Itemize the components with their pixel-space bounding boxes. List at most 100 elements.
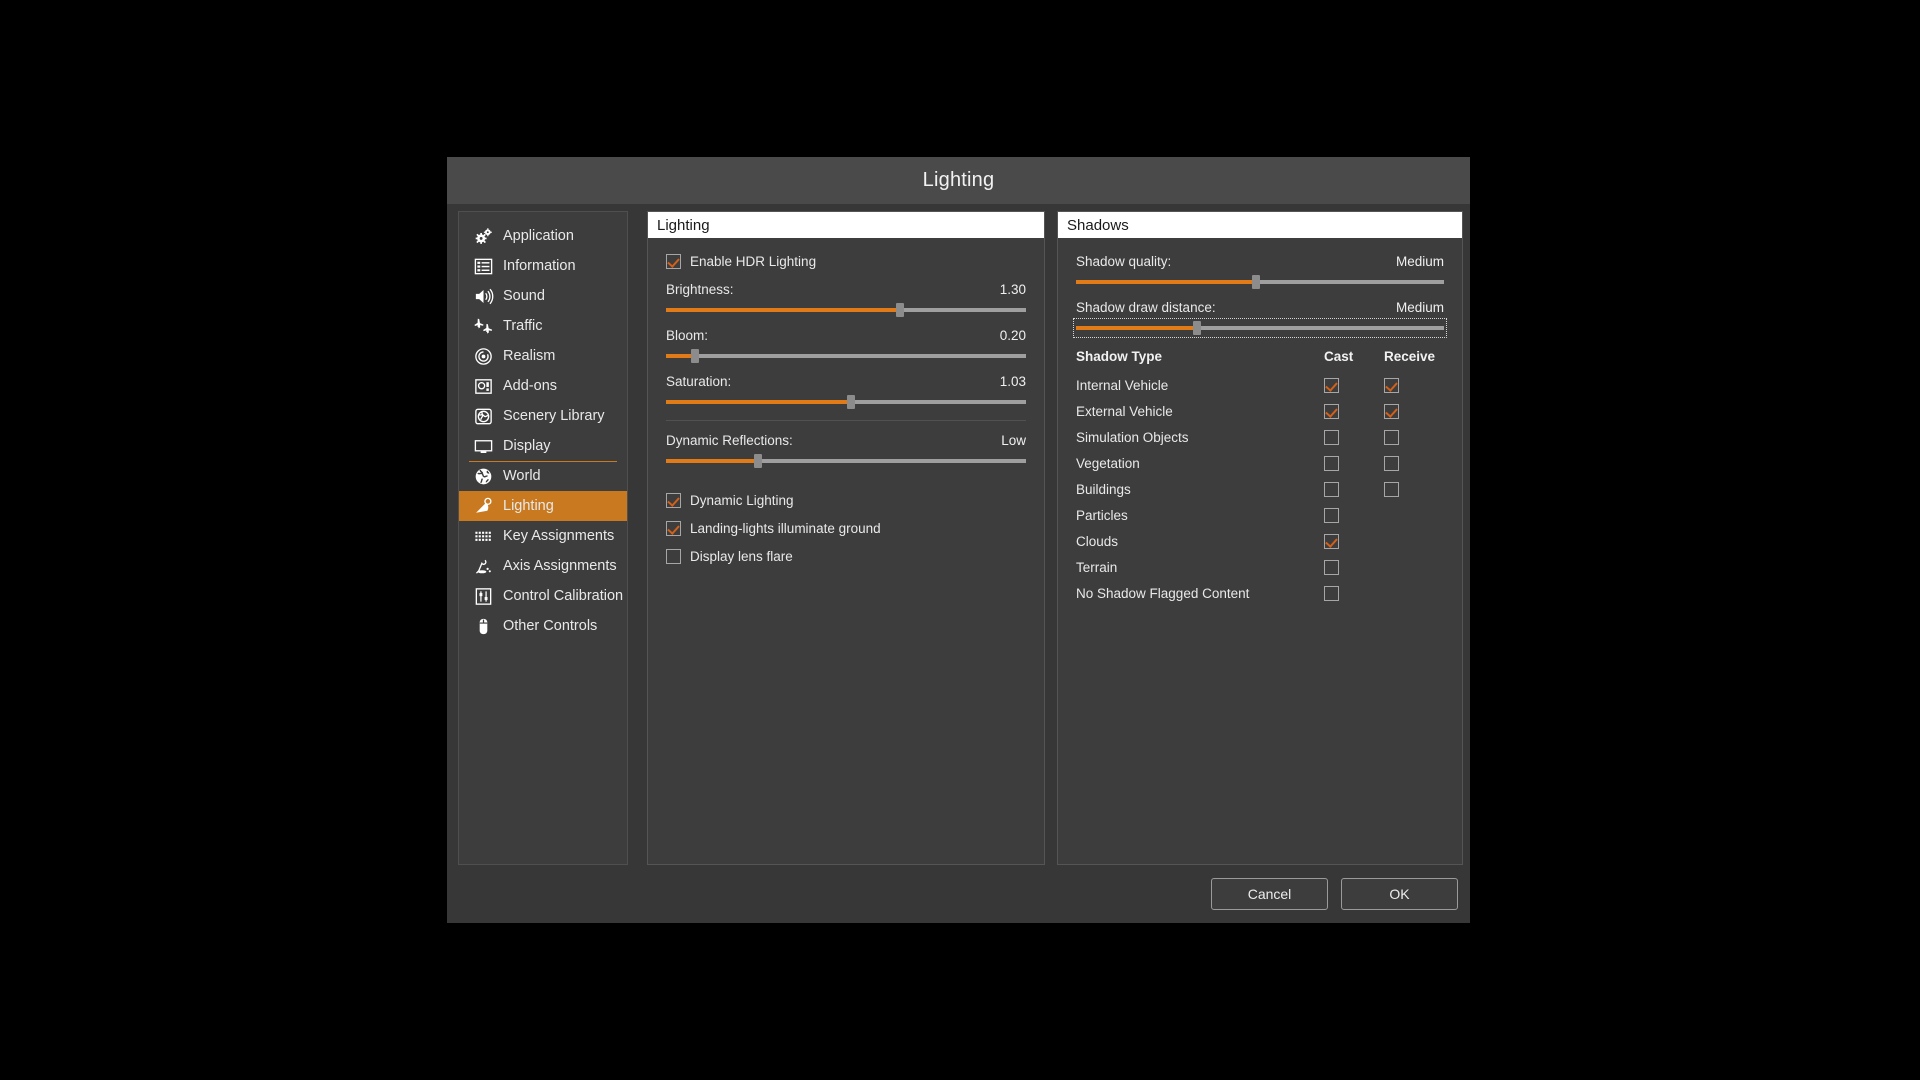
sidebar-item-lighting[interactable]: Lighting: [459, 491, 627, 521]
sidebar-item-realism[interactable]: Realism: [459, 341, 627, 371]
shadow-cast-cell: [1324, 502, 1384, 528]
dynamic-reflections-line: Dynamic Reflections: Low: [666, 433, 1026, 448]
shadow-table-header-row: Shadow Type Cast Receive: [1076, 349, 1444, 372]
keyboard-icon: [473, 526, 494, 547]
bloom-thumb[interactable]: [690, 349, 699, 363]
shadow-receive-cell: [1384, 476, 1444, 502]
lighting-beam-icon: [473, 496, 494, 517]
shadow-type-label: Buildings: [1076, 481, 1131, 497]
shadow-draw-distance-thumb[interactable]: [1193, 321, 1202, 335]
ok-button[interactable]: OK: [1341, 878, 1458, 910]
shadow-cast-checkbox[interactable]: [1324, 429, 1339, 445]
shadow-receive-checkbox[interactable]: [1384, 455, 1399, 471]
sidebar-item-scenery-library[interactable]: Scenery Library: [459, 401, 627, 431]
shadow-cast-checkbox[interactable]: [1324, 507, 1339, 523]
landing-lights-illuminate-ground-checkbox[interactable]: [666, 521, 681, 536]
saturation-line: Saturation: 1.03: [666, 374, 1026, 389]
sidebar-item-traffic[interactable]: Traffic: [459, 311, 627, 341]
shadow-quality-row: Shadow quality: Medium: [1076, 254, 1444, 289]
sidebar-item-add-ons[interactable]: Add-ons: [459, 371, 627, 401]
shadow-type-table: Shadow Type Cast Receive Internal Vehicle E…: [1076, 349, 1444, 606]
saturation-fill: [666, 400, 852, 404]
table-row: Vegetation: [1076, 450, 1444, 476]
shadow-cast-cell: [1324, 424, 1384, 450]
shadow-receive-cell: [1384, 398, 1444, 424]
saturation-thumb[interactable]: [847, 395, 856, 409]
dynamic-lighting-checkbox[interactable]: [666, 493, 681, 508]
shadow-quality-label: Shadow quality:: [1076, 254, 1172, 269]
shadow-quality-fill: [1076, 280, 1257, 284]
shadow-receive-cell: [1384, 528, 1444, 554]
shadow-draw-distance-fill: [1076, 326, 1198, 330]
sidebar-item-label: Scenery Library: [503, 408, 605, 424]
dynamic-reflections-fill: [666, 459, 758, 463]
shadow-receive-checkbox[interactable]: [1384, 481, 1399, 497]
sidebar-item-label: Sound: [503, 288, 545, 304]
sidebar-item-world[interactable]: World: [459, 461, 627, 491]
sidebar-item-sound[interactable]: Sound: [459, 281, 627, 311]
shadow-cast-cell: [1324, 554, 1384, 580]
shadow-type-label: Terrain: [1076, 559, 1118, 575]
shadow-cast-checkbox[interactable]: [1324, 585, 1339, 601]
shadow-cast-checkbox[interactable]: [1324, 533, 1339, 549]
landing-lights-illuminate-ground-row[interactable]: Landing-lights illuminate ground: [666, 521, 1026, 536]
shadow-cast-checkbox[interactable]: [1324, 455, 1339, 471]
saturation-slider[interactable]: [666, 395, 1026, 409]
lighting-divider: [666, 420, 1026, 421]
sliders-icon: [473, 586, 494, 607]
display-lens-flare-checkbox[interactable]: [666, 549, 681, 564]
dynamic-lighting-row[interactable]: Dynamic Lighting: [666, 493, 1026, 508]
sidebar-item-label: Realism: [503, 348, 556, 364]
mouse-icon: [473, 616, 494, 637]
saturation-label: Saturation:: [666, 374, 732, 389]
shadow-draw-distance-value: Medium: [1395, 300, 1444, 315]
sidebar-item-information[interactable]: Information: [459, 251, 627, 281]
shadow-table-col-receive: Receive: [1384, 349, 1436, 364]
brightness-thumb[interactable]: [896, 303, 904, 317]
dialog-titlebar: Lighting: [447, 157, 1470, 204]
monitor-icon: [473, 436, 494, 457]
shadow-cast-checkbox[interactable]: [1324, 559, 1339, 575]
shadow-cast-checkbox[interactable]: [1324, 481, 1339, 497]
shadow-cast-cell: [1324, 528, 1384, 554]
shadow-receive-checkbox[interactable]: [1384, 403, 1399, 419]
enable-hdr-lighting-row[interactable]: Enable HDR Lighting: [666, 254, 1026, 269]
dynamic-reflections-thumb[interactable]: [753, 454, 762, 468]
shadow-draw-distance-row: Shadow draw distance: Medium: [1073, 300, 1447, 338]
dynamic-reflections-row: Dynamic Reflections: Low: [666, 433, 1026, 468]
brightness-row: Brightness: 1.30: [666, 282, 1026, 317]
shadow-receive-checkbox[interactable]: [1384, 377, 1399, 393]
dynamic-reflections-label: Dynamic Reflections:: [666, 433, 793, 448]
shadow-cast-checkbox[interactable]: [1324, 403, 1339, 419]
shadow-table-col-shadow-type: Shadow Type: [1076, 349, 1163, 364]
table-row: Internal Vehicle: [1076, 372, 1444, 398]
dynamic-reflections-slider[interactable]: [666, 454, 1026, 468]
shadow-draw-distance-slider[interactable]: [1073, 318, 1447, 338]
dynamic-reflections-group: Dynamic Reflections: Low: [666, 433, 1026, 468]
cancel-button[interactable]: Cancel: [1211, 878, 1328, 910]
sidebar-item-label: Other Controls: [503, 618, 598, 634]
shadow-table-col-cast: Cast: [1324, 349, 1354, 364]
shadow-quality-slider[interactable]: [1076, 275, 1444, 289]
brightness-slider[interactable]: [666, 303, 1026, 317]
shadow-receive-cell: [1384, 502, 1444, 528]
sidebar-item-other-controls[interactable]: Other Controls: [459, 611, 627, 641]
shadow-type-label: Vegetation: [1076, 455, 1140, 471]
display-lens-flare-row[interactable]: Display lens flare: [666, 549, 1026, 564]
brightness-label: Brightness:: [666, 282, 734, 297]
table-row: Buildings: [1076, 476, 1444, 502]
enable-hdr-lighting-checkbox[interactable]: [666, 254, 681, 269]
sidebar-item-axis-assignments[interactable]: Axis Assignments: [459, 551, 627, 581]
shadow-cast-checkbox[interactable]: [1324, 377, 1339, 393]
scenery-globe-icon: [473, 406, 494, 427]
sidebar-item-application[interactable]: Application: [459, 221, 627, 251]
sidebar-item-control-calibration[interactable]: Control Calibration: [459, 581, 627, 611]
brightness-fill: [666, 308, 900, 312]
sidebar-item-key-assignments[interactable]: Key Assignments: [459, 521, 627, 551]
shadow-quality-thumb[interactable]: [1252, 275, 1261, 289]
sidebar-item-label: Axis Assignments: [503, 558, 617, 574]
bloom-slider[interactable]: [666, 349, 1026, 363]
table-row: Simulation Objects: [1076, 424, 1444, 450]
shadow-receive-checkbox[interactable]: [1384, 429, 1399, 445]
sidebar-item-display[interactable]: Display: [459, 431, 627, 462]
